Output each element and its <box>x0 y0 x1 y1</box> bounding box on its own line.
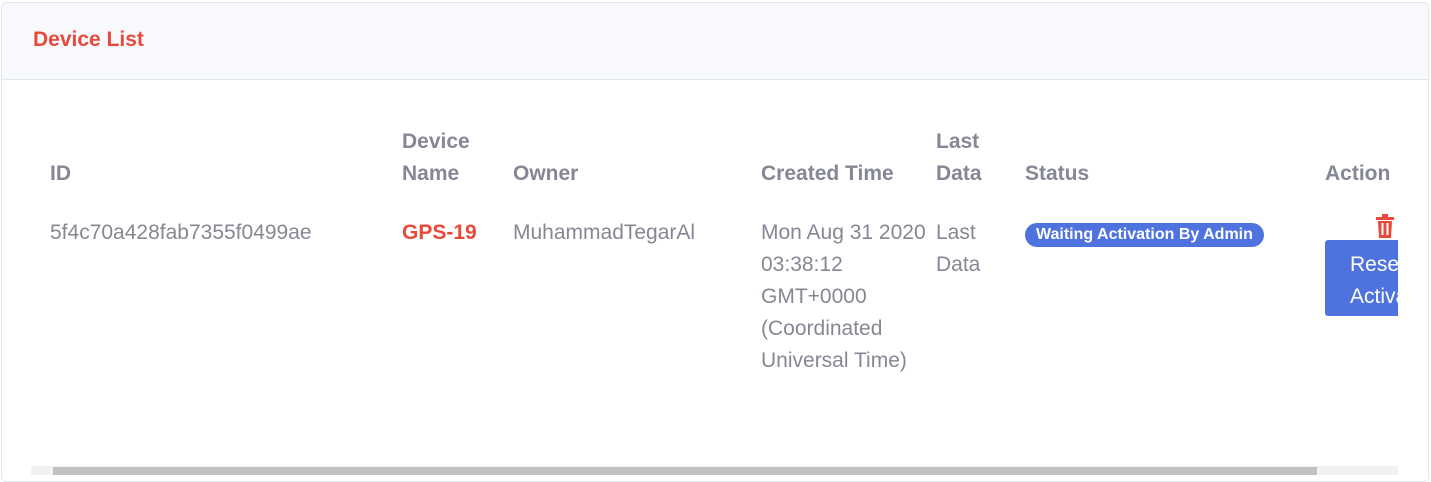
cell-created-time: Mon Aug 31 2020 03:38:12 GMT+0000 (Coord… <box>761 221 926 372</box>
header-id: ID <box>50 162 71 185</box>
table-header-row: ID Device Name Owner Created Time Last D… <box>31 100 1398 190</box>
cell-action: Reset Activation <box>1325 190 1398 377</box>
cell-status: Waiting Activation By Admin <box>1025 190 1325 377</box>
device-table: ID Device Name Owner Created Time Last D… <box>31 100 1398 377</box>
reset-activation-button[interactable]: Reset Activation <box>1325 240 1398 316</box>
card-title: Device List <box>33 28 144 51</box>
scrollbar-thumb[interactable] <box>53 467 1317 475</box>
trash-icon[interactable] <box>1374 214 1396 238</box>
cell-id: 5f4c70a428fab7355f0499ae <box>50 221 312 244</box>
header-owner: Owner <box>513 162 579 185</box>
cell-owner: MuhammadTegarAl <box>513 221 696 244</box>
header-created-time: Created Time <box>761 162 894 185</box>
cell-device-name: GPS-19 <box>402 221 477 244</box>
table-row: 5f4c70a428fab7355f0499ae GPS-19 Muhammad… <box>31 190 1398 377</box>
horizontal-scrollbar[interactable] <box>31 466 1398 475</box>
header-last-data: Last Data <box>936 130 982 185</box>
header-status: Status <box>1025 162 1090 185</box>
status-badge: Waiting Activation By Admin <box>1025 223 1264 247</box>
card-header: Device List <box>2 3 1428 80</box>
header-device-name: Device Name <box>402 130 470 185</box>
device-table-container: ID Device Name Owner Created Time Last D… <box>31 100 1398 480</box>
cell-last-data: Last Data <box>936 221 981 276</box>
header-action: Action <box>1325 162 1391 185</box>
